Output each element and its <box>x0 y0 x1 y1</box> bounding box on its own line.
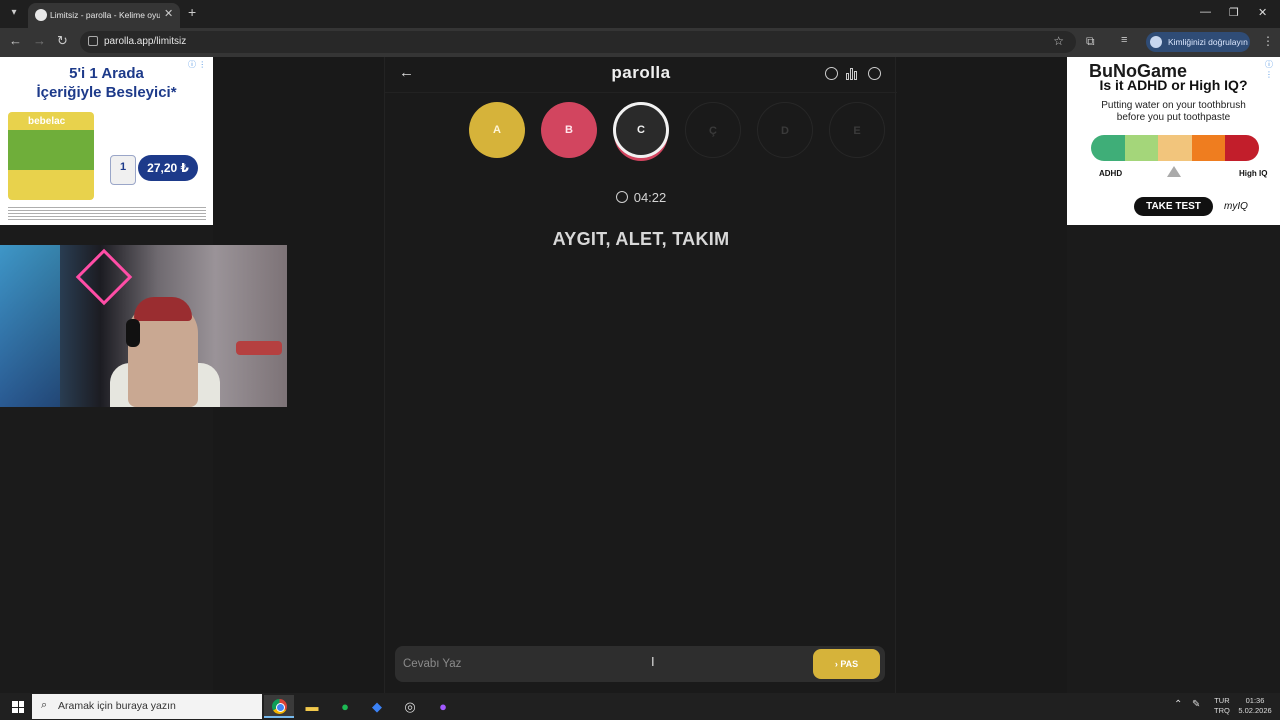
webcam-overlay <box>0 245 287 407</box>
ad-price: 27,20 ₺ <box>138 155 198 181</box>
profile-icon[interactable] <box>868 67 881 80</box>
scale-segment <box>1091 135 1125 161</box>
spotify-icon[interactable]: ● <box>330 695 360 718</box>
bookmark-star-icon[interactable]: ☆ <box>1053 34 1064 48</box>
answer-input[interactable] <box>403 652 803 676</box>
scale-high-label: High IQ <box>1239 169 1268 178</box>
search-placeholder: Aramak için buraya yazın <box>58 700 176 712</box>
clock-time: 01:36 <box>1245 696 1265 705</box>
lang-top: TUR <box>1214 696 1230 705</box>
ad-right-logo: myIQ <box>1224 201 1248 212</box>
headset <box>126 319 140 347</box>
ad-right-text-1: Putting water on your toothbrush <box>1101 100 1246 111</box>
info-icon[interactable] <box>825 67 838 80</box>
letter-circle: D <box>757 102 813 158</box>
pass-button[interactable]: › PAS <box>813 649 880 679</box>
ad-scale <box>1091 135 1259 161</box>
adchoices-icon[interactable]: ⓘ ⋮ <box>1265 59 1280 79</box>
scale-pointer-icon <box>1167 166 1181 177</box>
scale-segment <box>1158 135 1192 161</box>
answer-bar: › PAS <box>395 646 885 682</box>
stats-icon[interactable] <box>846 68 859 80</box>
discord-icon[interactable]: ● <box>428 695 458 718</box>
browser-tab[interactable]: Limitsiz - parolla - Kelime oyunu ✕ <box>28 3 180 28</box>
game-logo: parolla <box>611 63 671 82</box>
lang-bottom: TRQ <box>1214 706 1230 715</box>
adchoices-icon[interactable]: ⓘ ⋮ <box>188 59 206 70</box>
url-text[interactable]: parolla.app/limitsiz <box>104 35 186 49</box>
system-clock[interactable]: 01:36 5.02.2026 <box>1236 696 1274 716</box>
ad-left[interactable]: 5'i 1 Arada İçeriğiyle Besleyici* bebela… <box>0 57 213 225</box>
scale-segment <box>1124 135 1159 161</box>
close-tab-icon[interactable]: ✕ <box>164 7 173 20</box>
ad-fine-print <box>8 207 206 221</box>
game-panel: ← parolla 04:22 AYGIT, ALET, TAKIM › PAS… <box>384 57 897 693</box>
ad-right[interactable]: Is it ADHD or High IQ? BuNoGame Putting … <box>1067 57 1280 225</box>
obs-icon[interactable]: ◎ <box>395 695 425 718</box>
pen-icon[interactable]: ✎ <box>1192 699 1200 710</box>
scale-segment <box>1225 135 1259 161</box>
tab-search-icon[interactable]: ▾ <box>6 5 22 21</box>
game-header: ← parolla <box>385 57 897 93</box>
identity-label: Kimliğinizi doğrulayın <box>1168 37 1248 47</box>
ad-right-text-2: before you put toothpaste <box>1116 112 1231 123</box>
letter-circle: C <box>613 102 669 158</box>
letter-circle: Ç <box>685 102 741 158</box>
tab-title: Limitsiz - parolla - Kelime oyunu <box>50 10 160 20</box>
overlay-logo: BuNoGame <box>1089 61 1188 81</box>
browser-toolbar: ← → ↻ parolla.app/limitsiz ☆ ⧉ ≡ Kimliği… <box>0 28 1280 57</box>
clue-text: AYGIT, ALET, TAKIM <box>552 229 730 249</box>
app-icon[interactable]: ◆ <box>362 695 392 718</box>
timer: 04:22 <box>385 190 897 205</box>
pass-label: PAS <box>840 659 859 669</box>
text-cursor-icon: I <box>651 654 655 669</box>
ad-brand: bebelac <box>28 116 66 127</box>
search-icon: ⌕ <box>41 699 48 711</box>
media-control-icon[interactable]: ≡ <box>1121 34 1127 46</box>
taskbar-search[interactable]: ⌕ Aramak için buraya yazın <box>32 694 262 719</box>
more-menu-icon[interactable]: ⋮ <box>1262 34 1274 48</box>
close-window-icon[interactable]: ✕ <box>1258 6 1267 19</box>
extensions-icon[interactable]: ⧉ <box>1086 34 1095 49</box>
file-explorer-icon[interactable]: ▬ <box>297 695 327 718</box>
address-bar[interactable]: parolla.app/limitsiz ☆ <box>80 31 1076 53</box>
product-box-image: bebelac <box>8 112 94 200</box>
taskbar: ⌕ Aramak için buraya yazın ▬ ● ◆ ◎ ● ⌃ ✎… <box>0 693 1280 720</box>
ad-cup-badge: 1 <box>110 155 136 185</box>
scale-segment <box>1191 135 1226 161</box>
input-language[interactable]: TUR TRQ <box>1214 696 1230 716</box>
letter-circle: A <box>469 102 525 158</box>
clock-date: 5.02.2026 <box>1238 706 1272 715</box>
clock-icon <box>615 191 628 203</box>
favicon-icon <box>35 9 47 21</box>
letter-circle: B <box>541 102 597 158</box>
letter-circle: E <box>829 102 885 158</box>
take-test-button[interactable]: TAKE TEST <box>1134 197 1213 216</box>
reload-icon[interactable]: ↻ <box>57 33 68 49</box>
taskbar-chrome[interactable] <box>264 695 294 718</box>
scale-low-label: ADHD <box>1099 169 1123 178</box>
site-info-icon[interactable] <box>88 36 98 46</box>
back-icon[interactable]: ← <box>9 33 22 48</box>
ad-left-headline: 5'i 1 Arada <box>69 65 144 82</box>
minimize-icon[interactable]: — <box>1200 6 1211 18</box>
neon-sign <box>75 248 133 306</box>
timer-value: 04:22 <box>633 190 667 205</box>
chrome-icon <box>272 699 287 714</box>
tab-strip: ▾ Limitsiz - parolla - Kelime oyunu ✕ + … <box>0 0 1280 28</box>
windows-start-icon[interactable] <box>12 701 24 713</box>
new-tab-icon[interactable]: + <box>188 4 196 20</box>
identity-button[interactable]: Kimliğinizi doğrulayın <box>1146 32 1250 52</box>
restore-icon[interactable]: ❐ <box>1229 6 1239 19</box>
tray-chevron-icon[interactable]: ⌃ <box>1174 699 1182 710</box>
ad-left-subheadline: İçeriğiyle Besleyici* <box>36 84 177 101</box>
profile-avatar-icon <box>1150 36 1162 48</box>
forward-icon[interactable]: → <box>33 33 46 48</box>
